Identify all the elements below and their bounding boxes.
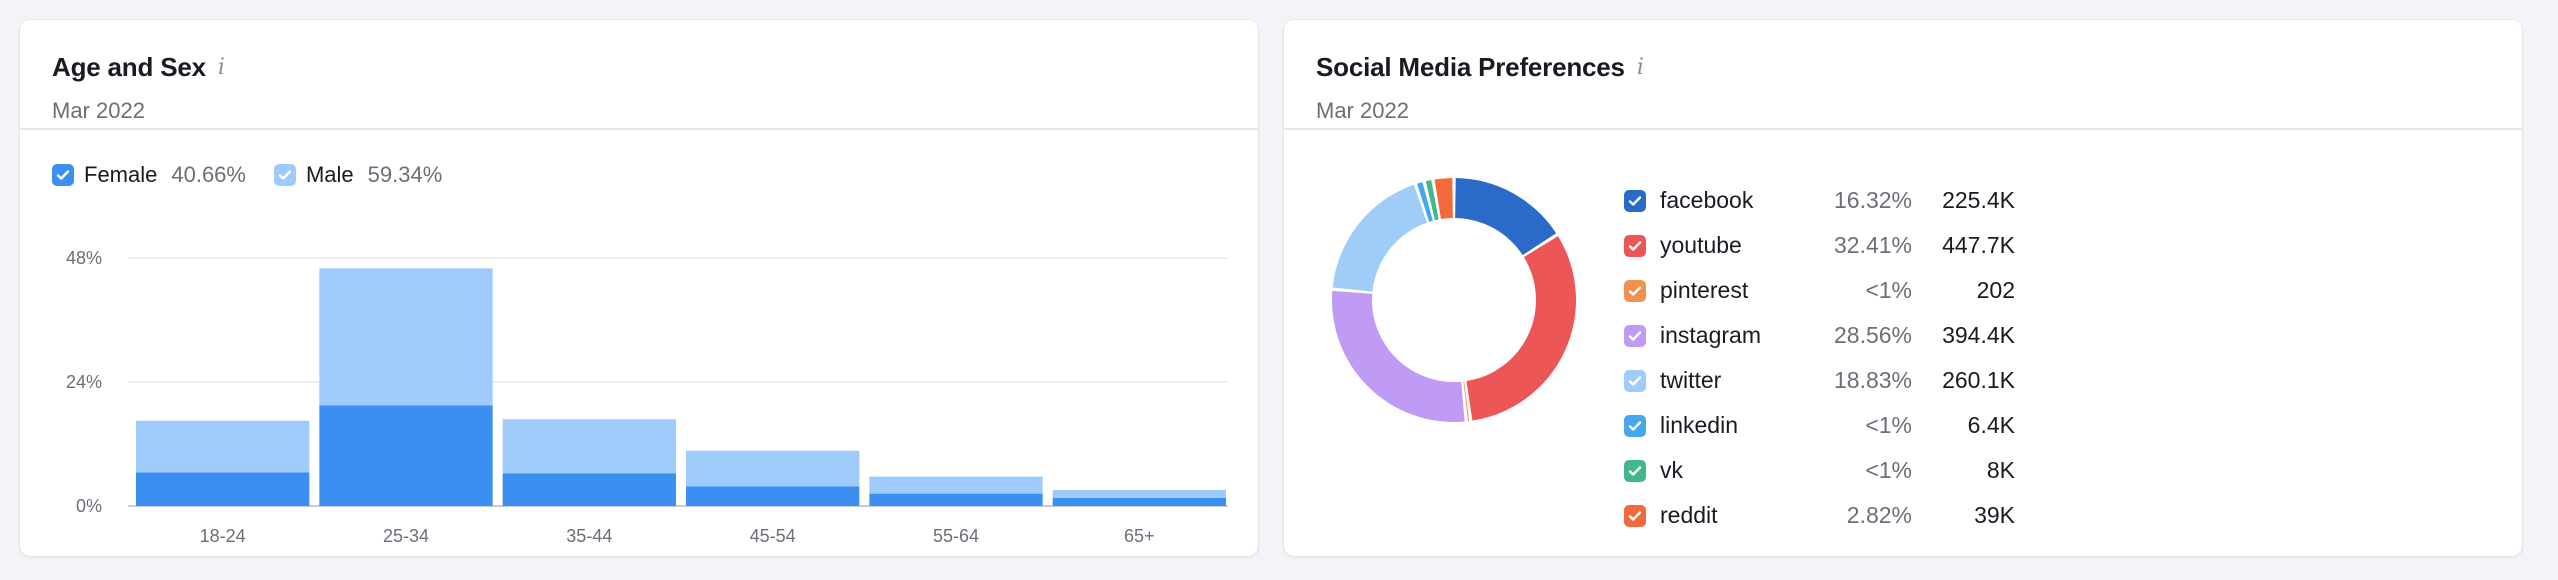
social-name: youtube <box>1660 232 1742 258</box>
info-icon[interactable]: i <box>1637 55 1644 80</box>
legend-male-pct: 59.34% <box>367 162 443 187</box>
check-icon <box>1628 465 1642 476</box>
social-name: reddit <box>1660 502 1718 528</box>
facebook-checkbox[interactable] <box>1624 189 1646 212</box>
x-tick-label: 45-54 <box>750 526 796 546</box>
y-tick-label: 24% <box>66 372 102 392</box>
reddit-checkbox[interactable] <box>1624 504 1646 527</box>
check-icon <box>1628 330 1642 341</box>
social-pct: 32.41% <box>1833 232 1912 258</box>
legend-female[interactable]: Female 40.66% <box>52 162 246 188</box>
social-count: 8K <box>1986 457 2015 483</box>
social-pct: 28.56% <box>1833 322 1912 348</box>
female-checkbox[interactable] <box>52 164 74 186</box>
social-row-vk[interactable]: vk <1% 8K <box>1624 448 2015 493</box>
social-pct: 18.83% <box>1833 367 1912 393</box>
social-name: linkedin <box>1660 412 1738 438</box>
social-count: 6.4K <box>1967 412 2015 438</box>
age-and-sex-card: Age and Sex i Mar 2022 Female 40.66% Mal… <box>20 20 1258 556</box>
bar-female-45-54[interactable] <box>686 486 860 506</box>
x-tick-label: 65+ <box>1124 526 1155 546</box>
check-icon <box>1628 285 1642 296</box>
social-name: instagram <box>1660 322 1761 348</box>
social-card-header: Social Media Preferences i Mar 2022 <box>1284 20 2522 130</box>
social-name: twitter <box>1660 367 1722 393</box>
age-sex-bar-chart: 0% 24% 48% 18-24 25-34 35-44 45-54 55-64 65+ <box>66 248 1228 546</box>
social-pct: <1% <box>1865 412 1912 438</box>
age-card-title: Age and Sex i <box>52 52 225 83</box>
check-icon <box>1628 240 1642 251</box>
social-row-facebook[interactable]: facebook 16.32% 225.4K <box>1624 178 2015 223</box>
social-legend-list: facebook 16.32% 225.4K youtube 32.41% 447.7K p… <box>1624 178 2015 538</box>
bar-female-18-24[interactable] <box>136 472 310 506</box>
info-icon[interactable]: i <box>218 55 225 80</box>
y-tick-label: 48% <box>66 248 102 268</box>
social-row-pinterest[interactable]: pinterest <1% 202 <box>1624 268 2015 313</box>
x-tick-label: 35-44 <box>566 526 612 546</box>
age-card-date: Mar 2022 <box>52 98 145 123</box>
check-icon <box>56 170 70 180</box>
social-card-date: Mar 2022 <box>1316 98 1409 123</box>
check-icon <box>1628 195 1642 206</box>
social-count: 260.1K <box>1942 367 2015 393</box>
social-media-card: Social Media Preferences i Mar 2022 face… <box>1284 20 2522 556</box>
bar-female-35-44[interactable] <box>502 473 676 506</box>
male-checkbox[interactable] <box>273 164 296 186</box>
bar-female-25-34[interactable] <box>319 405 493 506</box>
social-pct: 16.32% <box>1833 187 1912 213</box>
donut-slice-facebook[interactable] <box>1455 178 1557 256</box>
bar-male-18-24[interactable] <box>136 420 310 473</box>
social-row-youtube[interactable]: youtube 32.41% 447.7K <box>1624 223 2015 268</box>
legend-female-pct: 40.66% <box>171 162 246 187</box>
check-icon <box>1628 510 1642 521</box>
age-card-title-text: Age and Sex <box>52 52 206 82</box>
bar-male-45-54[interactable] <box>686 450 860 487</box>
check-icon <box>1628 420 1642 431</box>
social-pct: 2.82% <box>1846 502 1912 528</box>
social-count: 39K <box>1974 502 2015 528</box>
legend-male-label: Male <box>305 162 354 187</box>
social-row-linkedin[interactable]: linkedin <1% 6.4K <box>1624 403 2015 448</box>
social-row-reddit[interactable]: reddit 2.82% 39K <box>1624 493 2015 538</box>
bar-female-55-64[interactable] <box>869 493 1043 506</box>
bar-male-55-64[interactable] <box>869 476 1043 494</box>
social-name: facebook <box>1660 187 1754 213</box>
social-pct: <1% <box>1865 277 1912 303</box>
instagram-checkbox[interactable] <box>1624 324 1646 347</box>
age-legend: Female 40.66% Male 59.34% <box>52 162 442 188</box>
check-icon <box>278 170 292 180</box>
social-count: 394.4K <box>1942 322 2015 348</box>
check-icon <box>1628 375 1642 386</box>
bar-male-65+[interactable] <box>1052 489 1226 498</box>
vk-checkbox[interactable] <box>1624 459 1646 482</box>
social-row-instagram[interactable]: instagram 28.56% 394.4K <box>1624 313 2015 358</box>
legend-male[interactable]: Male 59.34% <box>273 162 443 188</box>
social-donut-chart <box>1332 178 1576 422</box>
social-row-twitter[interactable]: twitter 18.83% 260.1K <box>1624 358 2015 403</box>
bar-male-25-34[interactable] <box>319 268 493 406</box>
donut-slice-youtube[interactable] <box>1466 236 1576 421</box>
y-tick-label: 0% <box>76 496 102 516</box>
social-card-title: Social Media Preferences i <box>1316 52 1644 83</box>
pinterest-checkbox[interactable] <box>1624 279 1646 302</box>
social-card-title-text: Social Media Preferences <box>1316 52 1625 82</box>
bar-male-35-44[interactable] <box>502 419 676 474</box>
legend-female-label: Female <box>84 162 158 187</box>
social-pct: <1% <box>1865 457 1912 483</box>
linkedin-checkbox[interactable] <box>1624 414 1646 437</box>
social-count: 447.7K <box>1942 232 2015 258</box>
social-count: 225.4K <box>1942 187 2015 213</box>
twitter-checkbox[interactable] <box>1624 369 1646 392</box>
donut-slice-instagram[interactable] <box>1332 290 1465 422</box>
bar-female-65+[interactable] <box>1052 497 1226 506</box>
age-card-header: Age and Sex i Mar 2022 <box>20 20 1258 130</box>
youtube-checkbox[interactable] <box>1624 234 1646 257</box>
social-name: pinterest <box>1660 277 1749 303</box>
x-tick-label: 55-64 <box>933 526 979 546</box>
donut-slice-twitter[interactable] <box>1332 184 1427 292</box>
social-name: vk <box>1660 457 1683 483</box>
social-count: 202 <box>1976 277 2015 303</box>
x-tick-label: 18-24 <box>200 526 246 546</box>
x-tick-label: 25-34 <box>383 526 429 546</box>
